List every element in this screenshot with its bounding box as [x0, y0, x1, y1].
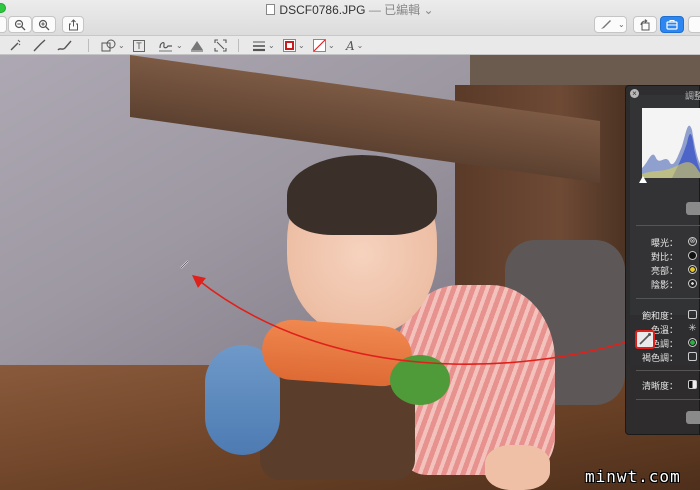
fill-color-button[interactable]: ⌄ — [313, 38, 335, 53]
panel-divider — [636, 225, 700, 226]
sharpness-row[interactable]: 清晰度： — [626, 378, 700, 391]
highlights-label: 亮部： — [650, 266, 678, 276]
panel-divider — [636, 298, 700, 299]
sketch-tool-button[interactable] — [33, 38, 47, 53]
contrast-label: 對比： — [650, 252, 678, 262]
sharpness-label: 清晰度： — [641, 381, 678, 391]
draw-icon — [57, 40, 72, 51]
black-point-slider[interactable] — [639, 176, 647, 183]
sepia-label: 褐色調： — [641, 353, 678, 363]
select-icon — [10, 39, 21, 51]
reset-icon[interactable]: ⊗ — [688, 237, 697, 246]
adjust-color-panel: × 調整顏 曝光： ⊗ 對比： 亮部： 陰影： 飽和度： 色溫： ✳ 色調： — [625, 85, 700, 435]
circle-yellow-icon[interactable] — [688, 265, 697, 274]
zoom-out-icon — [14, 19, 26, 30]
border-color-swatch — [285, 41, 294, 50]
chevron-down-icon: ⌄ — [328, 41, 335, 50]
sidebar-button-edge[interactable] — [0, 16, 7, 33]
temperature-label: 色溫： — [650, 325, 678, 335]
markup-toolbar: ⌄ T ⌄ ⌄ ⌄ ⌄ A ⌄ — [0, 36, 700, 55]
circle-dark-icon[interactable] — [688, 251, 697, 260]
toolbar-divider — [238, 39, 239, 52]
window-titlebar: DSCF0786.JPG — 已編輯 ⌄ ⌄ — [0, 0, 700, 36]
fill-color-icon — [313, 39, 326, 52]
annotation-overlay — [180, 260, 634, 365]
exposure-label: 曝光： — [650, 238, 678, 248]
reset-all-button[interactable] — [686, 411, 700, 424]
adjust-size-icon — [214, 39, 227, 52]
eyedropper-icon — [639, 333, 651, 345]
annotation-arrow — [191, 275, 634, 365]
sketch-icon — [33, 39, 46, 52]
shadows-label: 陰影： — [650, 280, 678, 290]
sharpness-icon[interactable] — [688, 380, 697, 389]
adjust-color-button[interactable] — [190, 38, 204, 53]
chevron-down-icon: ⌄ — [118, 41, 125, 50]
pen-menu-button[interactable]: ⌄ — [594, 16, 627, 33]
highlights-row[interactable]: 亮部： — [626, 263, 700, 276]
circle-dot-icon[interactable] — [688, 279, 697, 288]
chevron-down-icon: ⌄ — [176, 41, 183, 50]
panel-divider — [636, 370, 700, 371]
chevron-down-icon: ⌄ — [618, 20, 625, 29]
square-icon[interactable] — [688, 352, 697, 361]
panel-divider — [636, 399, 700, 400]
pen-icon — [601, 20, 611, 29]
shapes-tool-button[interactable]: ⌄ — [101, 38, 125, 53]
text-style-icon: A — [346, 38, 355, 53]
adjust-size-button[interactable] — [214, 38, 227, 53]
square-icon[interactable] — [688, 310, 697, 319]
shadows-row[interactable]: 陰影： — [626, 277, 700, 290]
panel-title: 調整顏 — [685, 91, 700, 101]
circle-green-icon[interactable] — [688, 338, 697, 347]
rotate-button[interactable] — [633, 16, 657, 33]
zoom-out-button[interactable] — [8, 16, 32, 33]
white-balance-eyedropper-button[interactable] — [635, 330, 655, 349]
markup-toolbar-button[interactable] — [660, 16, 684, 33]
exposure-row[interactable]: 曝光： ⊗ — [626, 235, 700, 248]
rotate-icon — [640, 18, 650, 30]
share-icon — [68, 18, 78, 30]
edited-status[interactable]: — 已編輯 — [369, 3, 420, 17]
zoom-in-icon — [38, 19, 50, 30]
histogram[interactable] — [642, 108, 700, 178]
sepia-row[interactable]: 褐色調： — [626, 350, 700, 363]
window-title: DSCF0786.JPG — 已編輯 ⌄ — [0, 1, 700, 18]
search-button-edge[interactable] — [688, 16, 700, 33]
saturation-row[interactable]: 飽和度： — [626, 308, 700, 321]
eyedropper-cursor-icon — [180, 260, 189, 269]
share-button[interactable] — [62, 16, 84, 33]
line-style-button[interactable]: ⌄ — [252, 38, 275, 53]
shapes-icon — [101, 39, 116, 52]
histogram-graph — [642, 125, 700, 178]
text-icon: T — [133, 39, 145, 52]
tint-label: 色調： — [650, 339, 678, 349]
chevron-down-icon: ⌄ — [356, 41, 364, 50]
adjust-color-icon — [191, 41, 203, 52]
document-icon — [266, 4, 276, 15]
auto-levels-button[interactable] — [686, 202, 700, 215]
filename: DSCF0786.JPG — [279, 3, 366, 17]
chevron-down-icon: ⌄ — [298, 41, 305, 50]
toolbox-icon — [666, 20, 678, 30]
watermark: minwt.com — [585, 467, 681, 486]
photo-canvas[interactable] — [0, 55, 700, 490]
toolbar-divider — [88, 39, 89, 52]
border-color-icon — [283, 39, 296, 52]
sun-icon[interactable]: ✳ — [688, 324, 697, 334]
line-style-icon — [253, 41, 265, 51]
chevron-down-icon[interactable]: ⌄ — [424, 3, 434, 17]
border-color-button[interactable]: ⌄ — [283, 38, 305, 53]
saturation-label: 飽和度： — [641, 311, 678, 321]
close-icon[interactable]: × — [630, 89, 639, 98]
draw-tool-button[interactable] — [57, 38, 73, 53]
contrast-row[interactable]: 對比： — [626, 249, 700, 262]
sign-icon — [159, 42, 172, 52]
text-style-button[interactable]: A ⌄ — [346, 38, 363, 53]
chevron-down-icon: ⌄ — [268, 41, 275, 50]
selection-tool-button[interactable] — [9, 38, 21, 53]
text-tool-button[interactable]: T — [133, 38, 145, 53]
sign-tool-button[interactable]: ⌄ — [158, 38, 183, 53]
zoom-in-button[interactable] — [32, 16, 56, 33]
